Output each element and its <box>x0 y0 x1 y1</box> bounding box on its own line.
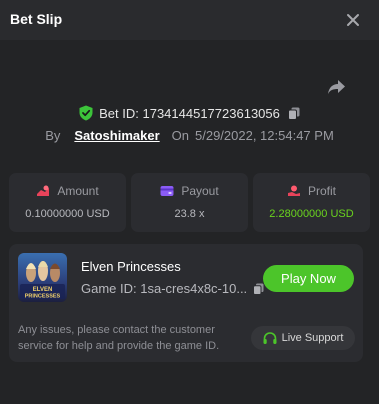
live-support-label: Live Support <box>281 332 344 344</box>
stat-amount-value: 0.10000000 USD <box>25 208 110 220</box>
bet-id-row: Bet ID: 1734144517723613056 <box>0 103 379 123</box>
stat-payout-label: Payout <box>181 184 219 198</box>
header: Bet Slip <box>0 0 379 40</box>
stat-profit-label: Profit <box>307 184 336 198</box>
stat-profit-value: 2.28000000 USD <box>269 208 354 220</box>
thumb-title-1: ELVEN <box>33 287 53 293</box>
support-note: Any issues, please contact the customer … <box>18 324 220 352</box>
stat-profit: Profit 2.28000000 USD <box>253 173 370 232</box>
copy-icon[interactable] <box>287 107 300 120</box>
bet-byline: By Satoshimaker On 5/29/2022, 12:54:47 P… <box>0 125 379 145</box>
stat-amount-label: Amount <box>57 184 99 198</box>
on-label: On <box>171 127 189 143</box>
play-now-button[interactable]: Play Now <box>263 265 354 292</box>
stats-row: Amount 0.10000000 USD Payout 23.8 x Prof… <box>9 173 370 232</box>
thumb-title-2: PRINCESSES <box>25 294 61 300</box>
copy-game-id-icon[interactable] <box>253 283 264 295</box>
stat-payout-value: 23.8 x <box>174 208 205 220</box>
game-id: Game ID: 1sa-cres4x8c-10... <box>81 281 248 296</box>
game-name: Elven Princesses <box>81 259 181 274</box>
header-title: Bet Slip <box>10 11 63 27</box>
live-support-button[interactable]: Live Support <box>251 326 355 350</box>
bet-id: Bet ID: 1734144517723613056 <box>99 105 280 121</box>
game-thumbnail-art: ELVEN PRINCESSES <box>18 253 67 302</box>
headset-icon <box>263 331 277 344</box>
payout-icon <box>160 186 174 196</box>
by-label: By <box>45 127 61 143</box>
share-icon[interactable] <box>326 78 346 96</box>
stat-payout: Payout 23.8 x <box>131 173 248 232</box>
game-id-row: Game ID: 1sa-cres4x8c-10... <box>81 281 264 296</box>
stat-amount: Amount 0.10000000 USD <box>9 173 126 232</box>
coin-hand-icon <box>37 185 50 196</box>
bet-datetime: 5/29/2022, 12:54:47 PM <box>195 127 334 143</box>
user-link[interactable]: Satoshimaker <box>74 128 159 143</box>
game-thumbnail[interactable]: ELVEN PRINCESSES <box>18 253 67 302</box>
profit-icon <box>287 185 300 196</box>
close-icon[interactable] <box>344 11 362 29</box>
shield-check-icon <box>79 105 93 121</box>
game-card: ELVEN PRINCESSES Elven Princesses Game I… <box>9 244 363 362</box>
